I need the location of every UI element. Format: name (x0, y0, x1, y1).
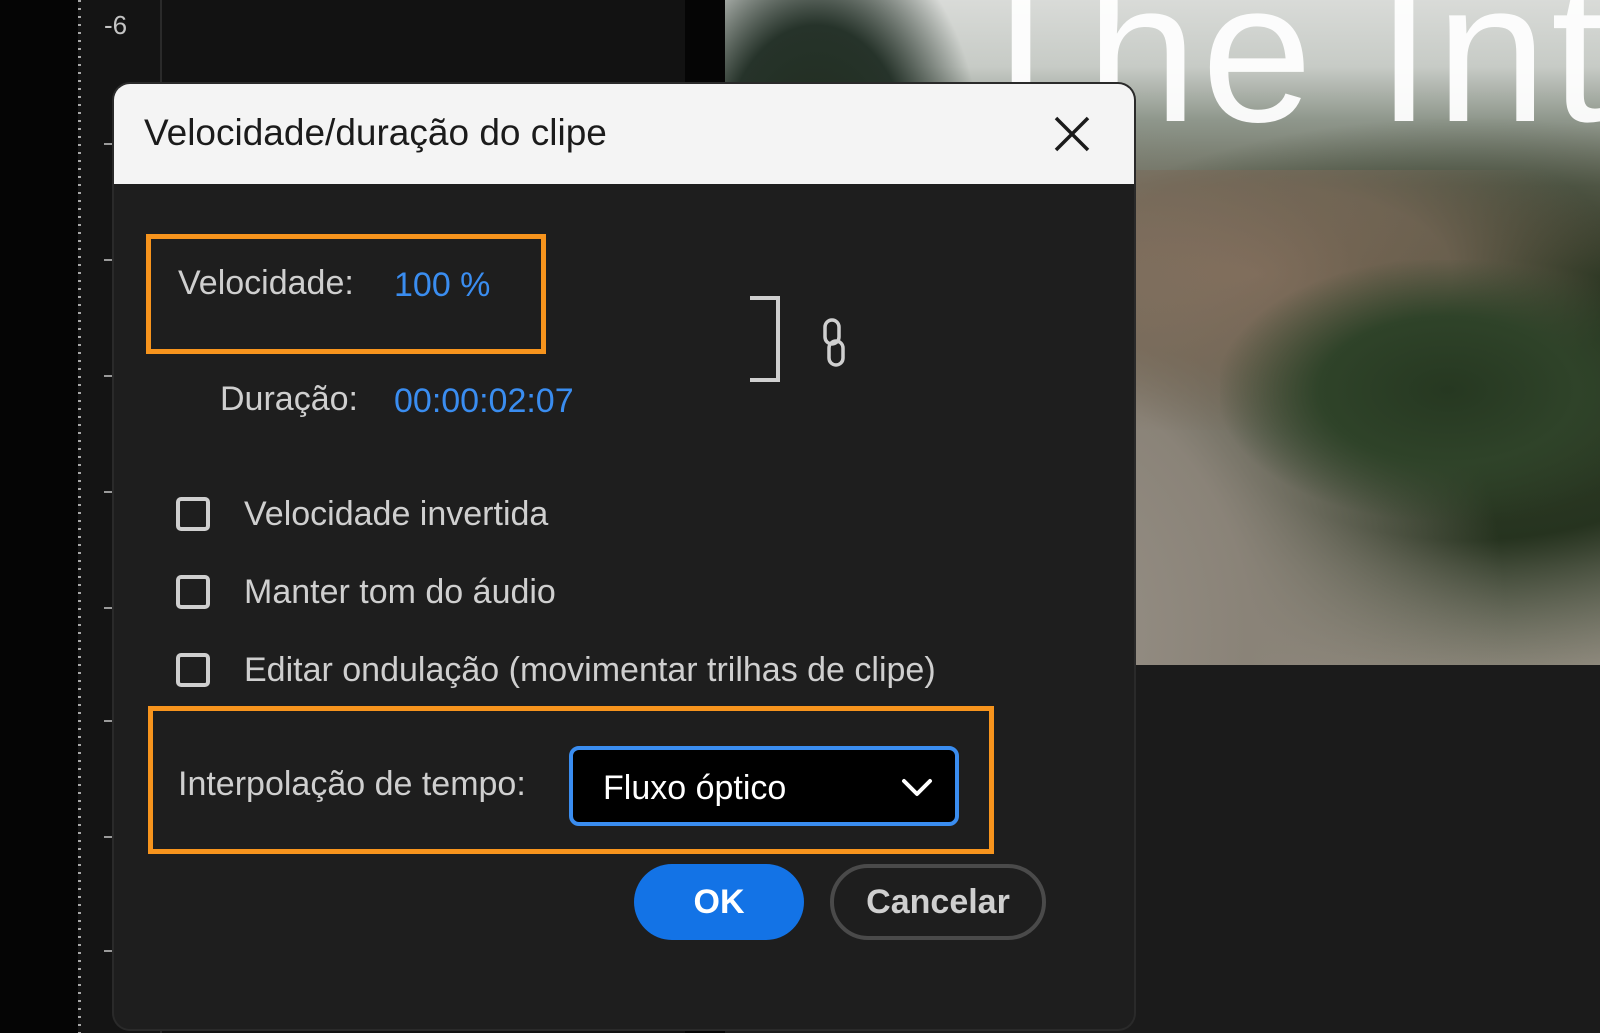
ripple-edit-checkbox[interactable] (176, 653, 210, 687)
dialog-title: Velocidade/duração do clipe (144, 112, 607, 153)
close-button[interactable] (1044, 106, 1100, 162)
reverse-speed-option[interactable]: Velocidade invertida (176, 492, 548, 536)
chain-link-button[interactable] (820, 317, 848, 369)
time-interpolation-value: Fluxo óptico (603, 769, 787, 807)
speed-label: Velocidade: (178, 264, 354, 302)
left-panel-edge (0, 0, 78, 1033)
chain-link-icon (823, 318, 845, 367)
duration-value[interactable]: 00:00:02:07 (394, 382, 574, 421)
time-interpolation-dropdown[interactable]: Fluxo óptico (569, 746, 959, 826)
ripple-edit-option[interactable]: Editar ondulação (movimentar trilhas de … (176, 648, 936, 692)
chevron-down-icon (902, 779, 932, 796)
maintain-audio-pitch-option[interactable]: Manter tom do áudio (176, 570, 556, 614)
reverse-speed-checkbox[interactable] (176, 497, 210, 531)
cancel-button[interactable]: Cancelar (830, 864, 1046, 940)
link-bracket (750, 296, 780, 382)
maintain-audio-pitch-label: Manter tom do áudio (244, 572, 556, 611)
speed-value[interactable]: 100 % (394, 266, 490, 305)
close-icon (1054, 116, 1090, 152)
duration-label: Duração: (220, 380, 358, 418)
ruler-label: -6 (104, 10, 128, 40)
time-interpolation-label: Interpolação de tempo: (178, 765, 526, 803)
maintain-audio-pitch-checkbox[interactable] (176, 575, 210, 609)
ripple-edit-label: Editar ondulação (movimentar trilhas de … (244, 650, 936, 689)
screen: -6 The Int Velocidade/duração do clipe V… (0, 0, 1600, 1033)
preview-foliage (1220, 260, 1600, 520)
clip-speed-duration-dialog: Velocidade/duração do clipe Velocidade: … (114, 84, 1134, 1029)
reverse-speed-label: Velocidade invertida (244, 494, 549, 533)
ok-button[interactable]: OK (634, 864, 804, 940)
dialog-titlebar: Velocidade/duração do clipe (114, 84, 1134, 184)
